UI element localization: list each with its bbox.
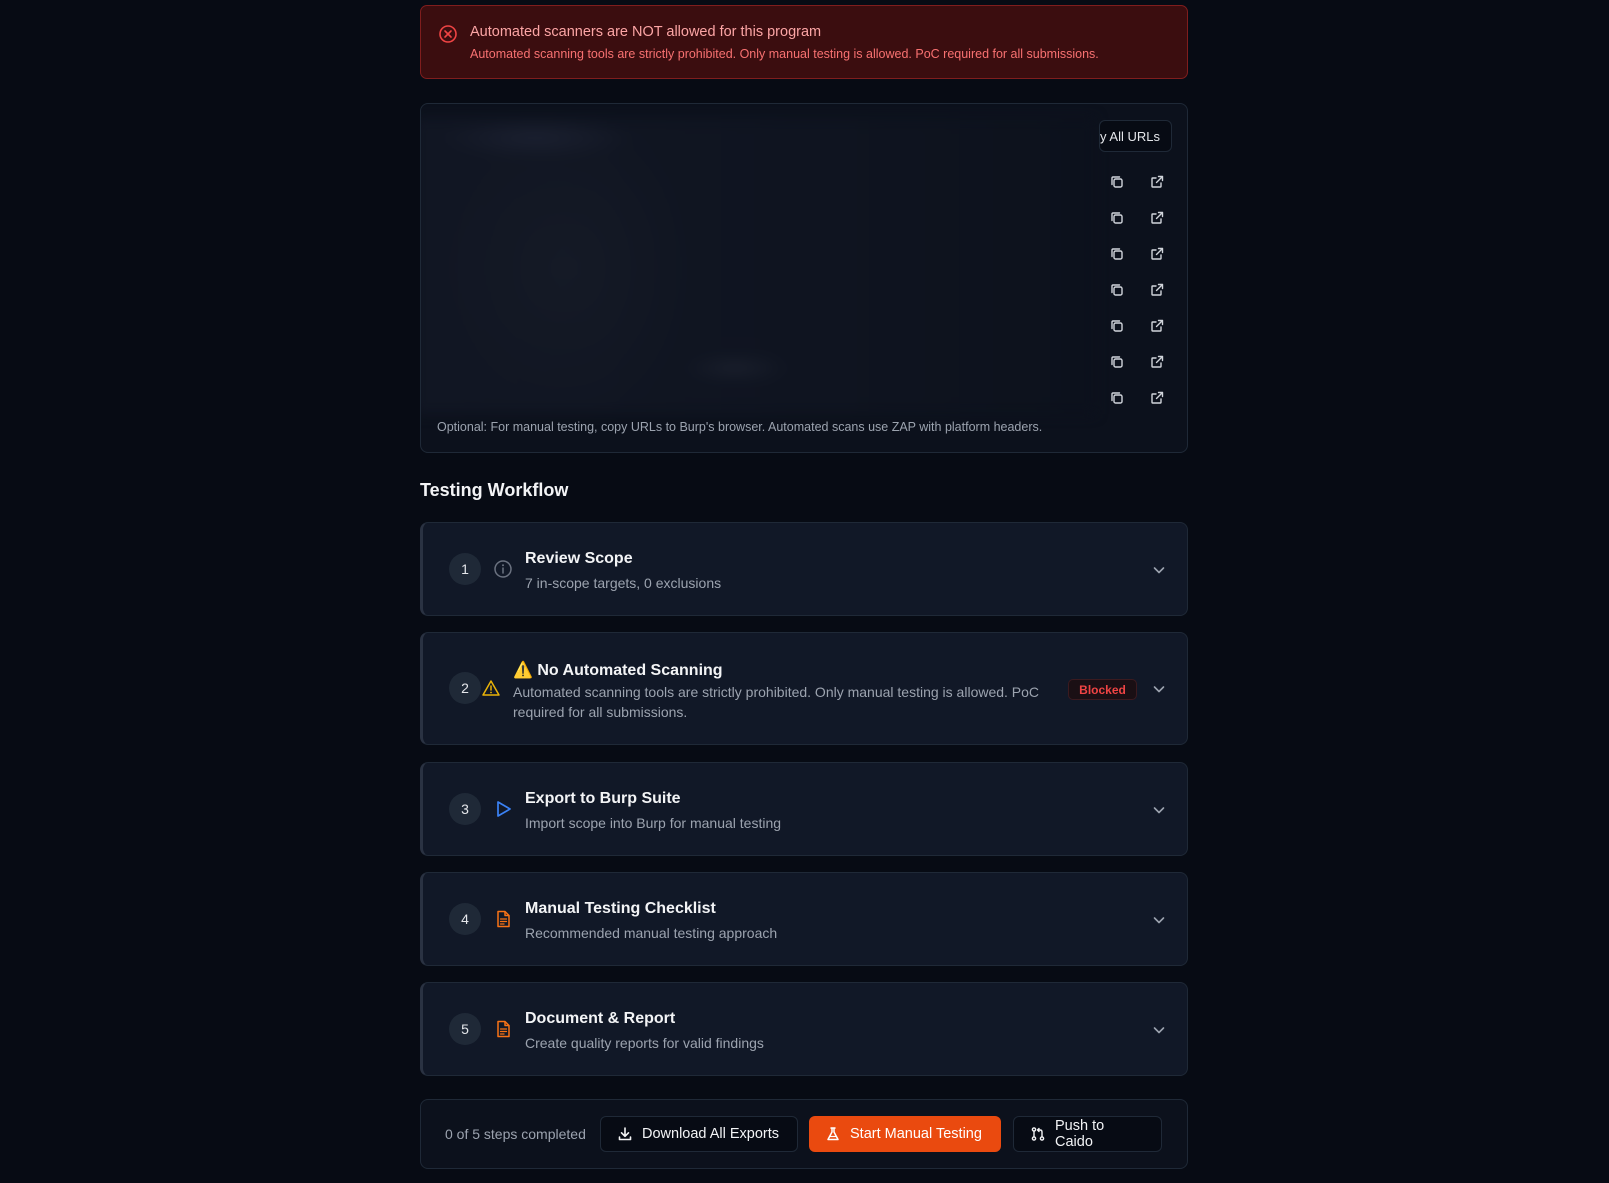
url-row-actions-item bbox=[1105, 236, 1175, 272]
copy-icon[interactable] bbox=[1109, 354, 1125, 370]
external-link-icon[interactable] bbox=[1149, 354, 1165, 370]
step-number: 1 bbox=[449, 553, 481, 585]
url-note: Optional: For manual testing, copy URLs … bbox=[437, 420, 1043, 434]
step-title: Export to Burp Suite bbox=[525, 790, 681, 807]
url-row-actions-item bbox=[1105, 380, 1175, 416]
blurred-url-list bbox=[421, 118, 1095, 414]
circle-x-icon bbox=[438, 24, 458, 44]
alert-title: Automated scanners are NOT allowed for t… bbox=[470, 24, 822, 40]
flask-icon bbox=[825, 1126, 841, 1142]
step-description: Create quality reports for valid finding… bbox=[525, 1035, 764, 1051]
copy-all-urls-label: y All URLs bbox=[1100, 128, 1160, 144]
play-icon bbox=[493, 799, 513, 819]
workflow-title: Testing Workflow bbox=[420, 480, 569, 500]
step-description: Recommended manual testing approach bbox=[525, 925, 778, 941]
start-manual-testing-button[interactable]: Start Manual Testing bbox=[809, 1116, 1001, 1152]
external-link-icon[interactable] bbox=[1149, 210, 1165, 226]
workflow-step-2[interactable]: 2 ⚠️ No Automated Scanning Automated sca… bbox=[420, 632, 1188, 745]
url-row-actions-item bbox=[1105, 308, 1175, 344]
start-label: Start Manual Testing bbox=[850, 1126, 982, 1142]
step-description: Import scope into Burp for manual testin… bbox=[525, 815, 782, 831]
chevron-down-icon[interactable] bbox=[1151, 681, 1167, 697]
caido-label: Push to Caido bbox=[1055, 1118, 1105, 1150]
workflow-step-1[interactable]: 1 Review Scope 7 in-scope targets, 0 exc… bbox=[420, 522, 1188, 616]
step-description: 7 in-scope targets, 0 exclusions bbox=[525, 575, 722, 591]
workflow-step-3[interactable]: 3 Export to Burp Suite Import scope into… bbox=[420, 762, 1188, 856]
warning-icon bbox=[481, 678, 501, 698]
external-link-icon[interactable] bbox=[1149, 246, 1165, 262]
document-icon bbox=[493, 1019, 513, 1039]
external-link-icon[interactable] bbox=[1149, 174, 1165, 190]
workflow-step-4[interactable]: 4 Manual Testing Checklist Recommended m… bbox=[420, 872, 1188, 966]
document-icon bbox=[493, 909, 513, 929]
step-description: Automated scanning tools are strictly pr… bbox=[513, 684, 1040, 720]
step-title: Review Scope bbox=[525, 550, 633, 567]
scanner-warning-alert: Automated scanners are NOT allowed for t… bbox=[420, 5, 1188, 79]
step-number: 5 bbox=[449, 1013, 481, 1045]
push-to-caido-button[interactable]: Push to Caido bbox=[1013, 1116, 1162, 1152]
chevron-down-icon[interactable] bbox=[1151, 802, 1167, 818]
info-icon bbox=[493, 559, 513, 579]
step-number: 3 bbox=[449, 793, 481, 825]
download-all-exports-button[interactable]: Download All Exports bbox=[600, 1116, 798, 1152]
copy-icon[interactable] bbox=[1109, 174, 1125, 190]
step-number: 4 bbox=[449, 903, 481, 935]
workflow-step-5[interactable]: 5 Document & Report Create quality repor… bbox=[420, 982, 1188, 1076]
url-row-actions-item bbox=[1105, 164, 1175, 200]
url-row-actions-item bbox=[1105, 200, 1175, 236]
alert-description: Automated scanning tools are strictly pr… bbox=[470, 47, 1099, 61]
external-link-icon[interactable] bbox=[1149, 318, 1165, 334]
scope-urls-card: y All URLs Optional: For manual testing,… bbox=[420, 103, 1188, 453]
blocked-badge: Blocked bbox=[1068, 679, 1137, 700]
step-title: Document & Report bbox=[525, 1010, 676, 1027]
url-row-actions-item bbox=[1105, 344, 1175, 380]
step-number: 2 bbox=[449, 672, 481, 704]
copy-icon[interactable] bbox=[1109, 246, 1125, 262]
copy-icon[interactable] bbox=[1109, 210, 1125, 226]
url-row-actions-item bbox=[1105, 272, 1175, 308]
chevron-down-icon[interactable] bbox=[1151, 912, 1167, 928]
chevron-down-icon[interactable] bbox=[1151, 562, 1167, 578]
step-title: ⚠️ No Automated Scanning bbox=[513, 662, 723, 679]
git-pull-request-icon bbox=[1030, 1126, 1046, 1142]
copy-all-urls-button[interactable]: y All URLs bbox=[1099, 120, 1172, 152]
steps-progress: 0 of 5 steps completed bbox=[445, 1126, 586, 1142]
download-icon bbox=[617, 1126, 633, 1142]
workflow-footer: 0 of 5 steps completed Download All Expo… bbox=[420, 1099, 1188, 1169]
step-title: Manual Testing Checklist bbox=[525, 900, 716, 917]
copy-icon[interactable] bbox=[1109, 390, 1125, 406]
external-link-icon[interactable] bbox=[1149, 390, 1165, 406]
url-row-actions bbox=[1105, 164, 1175, 416]
chevron-down-icon[interactable] bbox=[1151, 1022, 1167, 1038]
download-label: Download All Exports bbox=[642, 1126, 780, 1142]
copy-icon[interactable] bbox=[1109, 318, 1125, 334]
external-link-icon[interactable] bbox=[1149, 282, 1165, 298]
copy-icon[interactable] bbox=[1109, 282, 1125, 298]
